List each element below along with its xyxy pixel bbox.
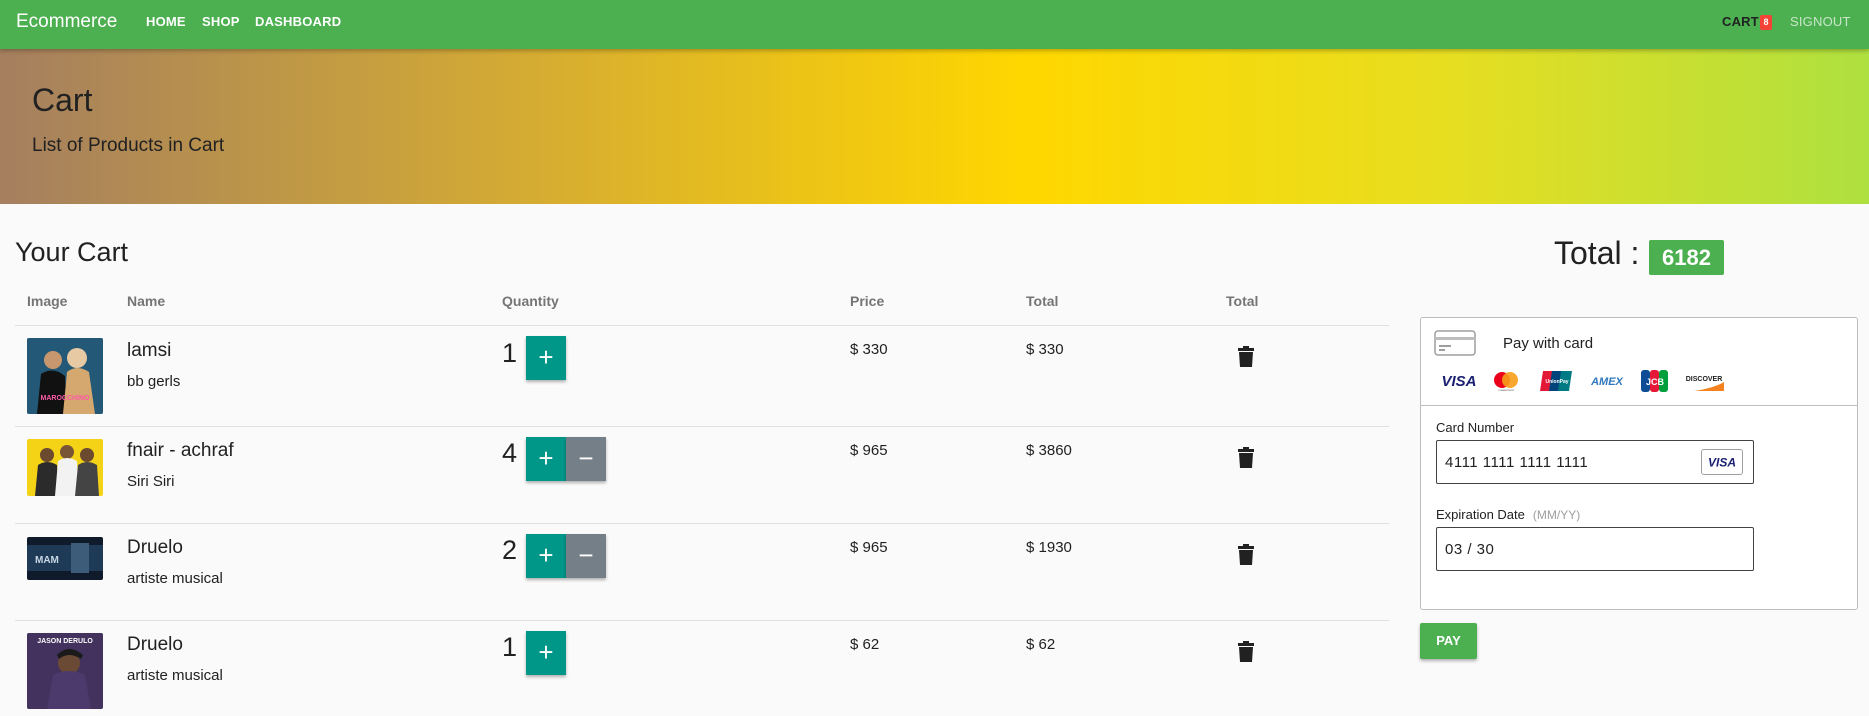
quantity-value: 2 [502, 535, 518, 565]
decrease-quantity-button[interactable]: − [566, 437, 606, 481]
row-divider [15, 325, 1389, 326]
increase-quantity-button[interactable]: + [526, 631, 566, 675]
product-thumbnail[interactable] [27, 439, 103, 496]
product-description: artiste musical [127, 570, 223, 587]
row-divider [15, 426, 1389, 427]
product-description: artiste musical [127, 667, 223, 684]
product-price: $ 330 [850, 341, 888, 358]
expiration-date-value: 03 / 30 [1445, 541, 1495, 558]
trash-icon[interactable] [1236, 447, 1256, 469]
credit-card-icon [1434, 330, 1476, 356]
decrease-quantity-button[interactable]: − [566, 534, 606, 578]
unionpay-logo-icon: UnionPay [1540, 371, 1572, 391]
thumbnail-caption: MAM [35, 555, 59, 566]
product-price: $ 965 [850, 539, 888, 556]
column-header-price: Price [850, 293, 885, 309]
nav-home-link[interactable]: HOME [146, 14, 186, 29]
visa-card-icon: VISA [1701, 449, 1743, 475]
nav-shop-link[interactable]: SHOP [202, 14, 240, 29]
total-label: Total : [1554, 235, 1640, 271]
row-divider [15, 620, 1389, 621]
svg-text:DISCOVER: DISCOVER [1686, 376, 1723, 383]
discover-logo-icon: DISCOVER [1686, 376, 1724, 391]
nav-signout-link[interactable]: SIGNOUT [1790, 14, 1851, 29]
nav-dashboard-link[interactable]: DASHBOARD [255, 14, 341, 29]
trash-icon[interactable] [1236, 346, 1256, 368]
brand-link[interactable]: Ecommerce [16, 11, 117, 33]
card-number-field[interactable]: 4111 1111 1111 1111 VISA [1436, 440, 1754, 484]
svg-text:JCB: JCB [1646, 377, 1665, 387]
product-price: $ 965 [850, 442, 888, 459]
line-total: $ 3860 [1026, 442, 1072, 459]
column-header-quantity: Quantity [502, 293, 559, 309]
nav-cart-link[interactable]: CART [1722, 14, 1759, 29]
payment-card-form: Pay with card VISA mastercard UnionPay A… [1420, 317, 1858, 610]
thumbnail-caption: JASON DERULO [37, 638, 93, 645]
card-number-label: Card Number [1436, 420, 1515, 435]
page-subtitle: List of Products in Cart [32, 135, 225, 156]
expiration-date-label-text: Expiration Date [1436, 507, 1525, 522]
product-thumbnail[interactable]: JASON DERULO [27, 633, 103, 709]
expiration-date-label: Expiration Date (MM/YY) [1436, 507, 1580, 522]
svg-text:UnionPay: UnionPay [1545, 379, 1568, 385]
increase-quantity-button[interactable]: + [526, 336, 566, 380]
quantity-value: 1 [502, 632, 518, 662]
quantity-value: 4 [502, 438, 518, 468]
expiration-date-field[interactable]: 03 / 30 [1436, 527, 1754, 571]
increase-quantity-button[interactable]: + [526, 534, 566, 578]
column-header-total-action: Total [1226, 293, 1259, 309]
product-description: bb gerls [127, 373, 181, 390]
product-thumbnail[interactable]: MAM [27, 537, 103, 580]
line-total: $ 1930 [1026, 539, 1072, 556]
product-description: Siri Siri [127, 473, 175, 490]
quantity-value: 1 [502, 338, 518, 368]
card-number-value: 4111 1111 1111 1111 [1445, 454, 1589, 471]
page-title: Cart [32, 82, 93, 118]
column-header-name: Name [127, 293, 166, 309]
cart-heading: Your Cart [15, 237, 129, 267]
product-name: Druelo [127, 537, 183, 558]
svg-text:AMEX: AMEX [1590, 376, 1623, 388]
row-divider [15, 523, 1389, 524]
line-total: $ 330 [1026, 341, 1064, 358]
amex-logo-icon: AMEX [1590, 376, 1623, 388]
increase-quantity-button[interactable]: + [526, 437, 566, 481]
product-name: lamsi [127, 340, 172, 361]
product-name: fnair - achraf [127, 440, 234, 461]
column-header-total: Total [1026, 293, 1059, 309]
product-thumbnail[interactable]: MAROCCHINO [27, 338, 103, 414]
cart-count-badge: 8 [1760, 15, 1772, 30]
trash-icon[interactable] [1236, 641, 1256, 663]
page-header-banner: Cart List of Products in Cart [0, 49, 1869, 204]
pay-button[interactable]: PAY [1420, 623, 1477, 659]
svg-text:mastercard: mastercard [1498, 388, 1513, 392]
product-name: Druelo [127, 634, 183, 655]
column-header-image: Image [27, 293, 68, 309]
product-price: $ 62 [850, 636, 880, 653]
payment-header: Pay with card VISA mastercard UnionPay A… [1421, 318, 1857, 406]
mastercard-logo-icon: mastercard [1494, 372, 1518, 392]
top-navbar: Ecommerce HOME SHOP DASHBOARD CART 8 SIG… [0, 0, 1869, 49]
visa-logo-icon: VISA [1441, 373, 1476, 390]
svg-text:VISA: VISA [1708, 456, 1736, 470]
total-value-badge: 6182 [1649, 240, 1724, 275]
jcb-logo-icon: JCB [1641, 370, 1668, 392]
trash-icon[interactable] [1236, 544, 1256, 566]
pay-with-card-title: Pay with card [1503, 335, 1594, 352]
line-total: $ 62 [1026, 636, 1056, 653]
svg-text:VISA: VISA [1441, 373, 1476, 390]
expiration-date-hint: (MM/YY) [1532, 508, 1581, 522]
thumbnail-caption: MAROCCHINO [41, 395, 91, 402]
